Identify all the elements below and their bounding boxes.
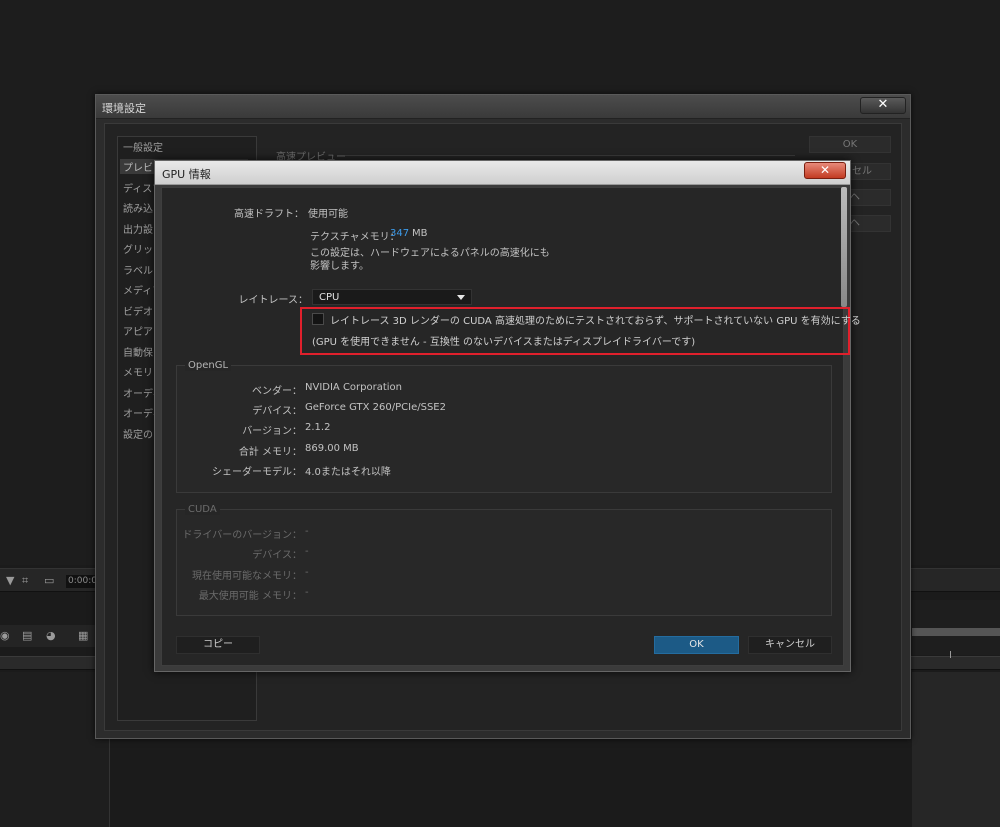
motion-blur-icon[interactable]: ◕ [46,629,56,642]
ray-trace-dropdown[interactable]: CPU [312,289,472,305]
cuda-available-memory-value: - [305,567,309,578]
cuda-device-label: デバイス： [252,550,302,561]
gpu-info-dialog: GPU 情報 ✕ 高速ドラフト： 使用可能 テクスチャメモリ： 347 MB こ… [154,160,861,672]
solo-icon[interactable]: ◉ [0,629,10,642]
category-item[interactable]: ラベル [123,262,153,277]
frame-icon[interactable]: ▭ [44,574,54,587]
gpu-unavailable-note: (GPU を使用できません - 互換性 のないデバイスまたはディスプレイドライバ… [312,337,696,348]
category-item[interactable]: 読み込 [123,200,153,215]
category-item[interactable]: 一般設定 [123,139,163,154]
cuda-group: CUDA ドライバーのバージョン： - デバイス： - 現在使用可能なメモリ： … [176,504,832,616]
preferences-titlebar[interactable]: 環境設定 ✕ [96,95,910,119]
background-timeline-area [912,672,1000,827]
scrollbar[interactable] [841,187,847,307]
enable-untested-gpu-checkbox[interactable] [312,313,324,325]
chevron-down-icon [457,295,465,300]
gpu-info-body: 高速ドラフト： 使用可能 テクスチャメモリ： 347 MB この設定は、ハードウ… [161,187,861,666]
ray-trace-selected-value: CPU [319,292,340,303]
cuda-max-memory-value: - [305,587,309,598]
cuda-group-title: CUDA [185,504,220,515]
opengl-total-memory-value: 869.00 MB [305,443,359,454]
preferences-title: 環境設定 [102,102,146,115]
fast-draft-value: 使用可能 [308,209,348,220]
cuda-available-memory-label: 現在使用可能なメモリ： [192,571,302,582]
category-item[interactable]: 出力設 [123,221,153,236]
current-time-marker[interactable] [950,651,951,658]
opengl-version-value: 2.1.2 [305,422,331,433]
ok-button[interactable]: OK [654,636,739,654]
enable-untested-gpu-label[interactable]: レイトレース 3D レンダーの CUDA 高速処理のためにテストされておらず、サ… [330,312,861,327]
opengl-version-label: バージョン： [242,426,302,437]
texture-memory-value[interactable]: 347 [390,228,409,239]
preferences-ok-button[interactable]: OK [809,136,891,153]
gpu-info-close-button[interactable]: ✕ [804,162,846,179]
timecode-display[interactable]: 0:00:0 [66,575,97,588]
note-line-2: 影響します。 [310,261,369,272]
gpu-info-title: GPU 情報 [162,168,211,181]
copy-button[interactable]: コピー [176,636,260,654]
cuda-driver-version-label: ドライバーのバージョン： [182,530,302,541]
grid-icon[interactable]: ⌗ [22,574,28,588]
opengl-group-title: OpenGL [185,360,232,371]
layers-icon[interactable]: ▤ [22,629,32,642]
opengl-shader-model-value: 4.0またはそれ以降 [305,467,391,478]
category-item[interactable]: 設定の [123,426,153,441]
texture-memory-label: テクスチャメモリ： [310,232,400,243]
section-divider [345,155,795,156]
category-item[interactable]: メモリ [123,364,153,379]
opengl-device-label: デバイス： [252,406,302,417]
graph-icon[interactable]: ▦ [78,629,88,642]
category-item[interactable]: 自動保 [123,344,153,359]
preferences-close-button[interactable]: ✕ [860,97,906,114]
opengl-vendor-label: ベンダー： [252,386,302,397]
work-area-bar[interactable] [912,628,1000,636]
ray-trace-label: レイトレース： [238,295,309,306]
opengl-device-value: GeForce GTX 260/PCIe/SSE2 [305,402,446,413]
background-layer-panel [0,672,110,827]
background-icon-row: ◉ ▤ ◕ ▦ [0,625,100,647]
cancel-button[interactable]: キャンセル [748,636,832,654]
cuda-max-memory-label: 最大使用可能 メモリ： [198,591,302,602]
dropdown-arrow-icon[interactable]: ▼ [6,574,14,587]
opengl-total-memory-label: 合計 メモリ： [238,447,302,458]
texture-memory-unit: MB [412,228,428,239]
cuda-driver-version-value: - [305,526,309,537]
cuda-device-value: - [305,546,309,557]
opengl-group: OpenGL ベンダー： NVIDIA Corporation デバイス： Ge… [176,360,832,493]
fast-draft-label: 高速ドラフト： [234,209,304,220]
opengl-vendor-value: NVIDIA Corporation [305,382,403,393]
gpu-info-titlebar[interactable]: GPU 情報 ✕ [155,161,850,185]
opengl-shader-model-label: シェーダーモデル： [212,467,302,478]
